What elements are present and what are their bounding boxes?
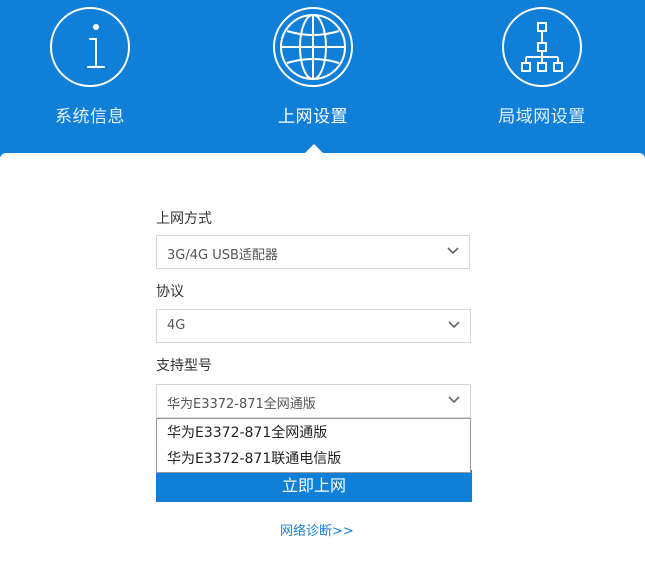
- nav-item-label: 系统信息: [55, 107, 125, 127]
- chevron-down-icon: [447, 247, 459, 255]
- nav-item-lan-settings[interactable]: 局域网设置: [452, 0, 632, 160]
- nav-item-label: 局域网设置: [498, 107, 586, 127]
- connect-now-button[interactable]: 立即上网: [156, 470, 472, 502]
- network-diagnosis-link[interactable]: 网络诊断>>: [280, 520, 354, 539]
- chevron-down-icon: [448, 321, 460, 329]
- model-option[interactable]: 华为E3372-871联通电信版: [157, 446, 470, 472]
- top-nav-bar: 系统信息 上网设置 局域网设置: [0, 0, 645, 160]
- settings-card: [0, 153, 645, 573]
- protocol-label: 协议: [156, 284, 184, 300]
- model-select[interactable]: 华为E3372-871全网通版: [156, 384, 471, 418]
- connection-type-value: 3G/4G USB适配器: [167, 248, 278, 263]
- active-tab-pointer: [304, 144, 324, 154]
- model-value: 华为E3372-871全网通版: [167, 397, 316, 412]
- protocol-value: 4G: [167, 318, 186, 333]
- nav-item-system-info[interactable]: 系统信息: [0, 0, 180, 160]
- connection-type-label: 上网方式: [156, 211, 212, 227]
- nav-item-internet-settings[interactable]: 上网设置: [223, 0, 403, 160]
- model-dropdown-list: 华为E3372-871全网通版 华为E3372-871联通电信版: [156, 418, 471, 473]
- model-label: 支持型号: [156, 358, 212, 374]
- connection-type-select[interactable]: 3G/4G USB适配器: [156, 235, 470, 269]
- nav-item-label: 上网设置: [278, 107, 348, 127]
- info-icon: [50, 7, 130, 87]
- globe-icon: [273, 7, 353, 87]
- network-tree-icon: [502, 7, 582, 87]
- model-option[interactable]: 华为E3372-871全网通版: [157, 420, 470, 446]
- protocol-select[interactable]: 4G: [156, 309, 471, 343]
- chevron-down-icon: [448, 396, 460, 404]
